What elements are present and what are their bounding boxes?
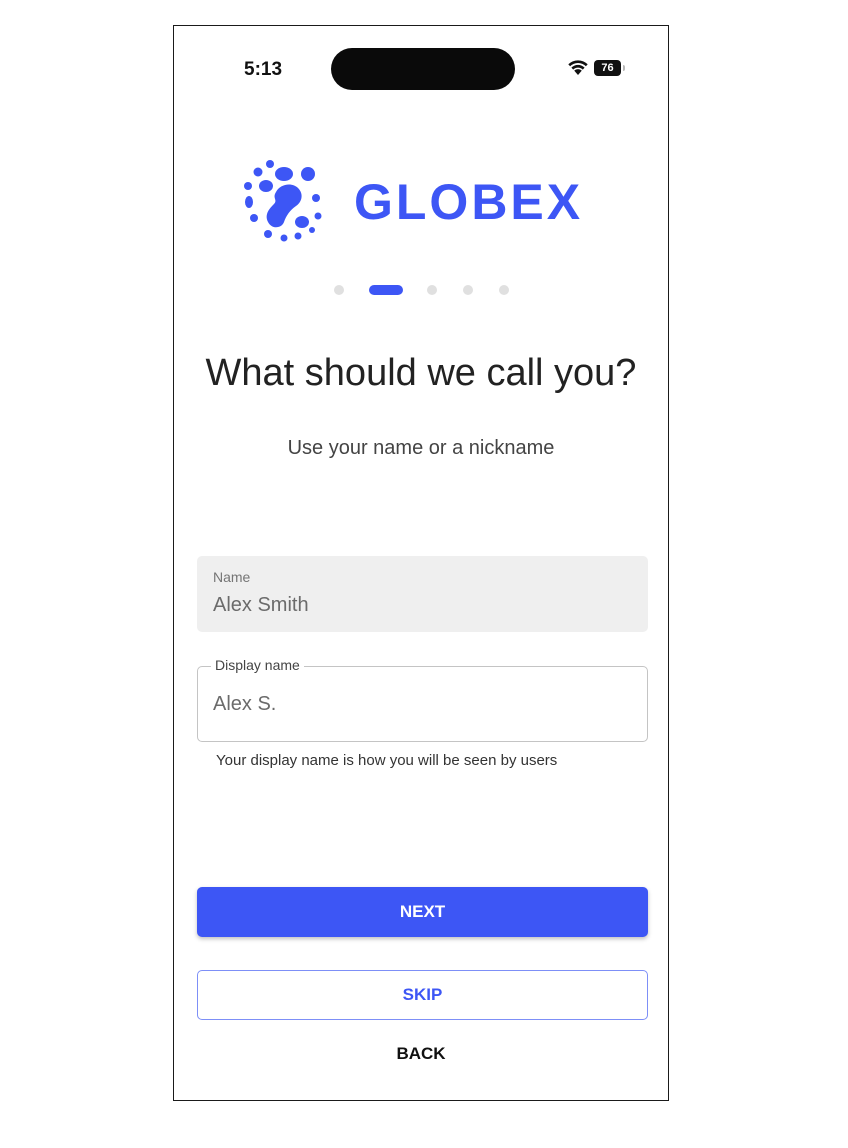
step-indicator [334,283,514,295]
page-title: What should we call you? [205,352,637,394]
step-dot [499,285,509,295]
display-name-field-label: Display name [211,657,304,673]
back-button[interactable]: BACK [174,1044,668,1064]
name-field[interactable]: Name Alex Smith [197,556,648,632]
name-field-label: Name [213,569,251,585]
step-dot [463,285,473,295]
display-name-field-value[interactable]: Alex S. [213,693,276,716]
step-dot [334,285,344,295]
name-field-value[interactable]: Alex Smith [213,594,309,617]
display-name-field[interactable]: Display name Alex S. [197,657,648,742]
status-time: 5:13 [244,59,283,80]
battery-level: 76 [601,62,614,74]
page-subtitle: Use your name or a nickname [287,437,555,459]
next-button[interactable]: NEXT [197,887,648,937]
globe-dots-icon [244,160,322,242]
step-dot-active [369,285,403,295]
phone-screen: 5:13 76 GLOBEX What should we call you? … [173,25,669,1101]
wifi-icon [568,60,588,75]
battery-tip [623,65,625,71]
step-dot [427,285,437,295]
brand-wordmark: GLOBEX [354,174,584,230]
skip-button[interactable]: SKIP [197,970,648,1020]
dynamic-island [331,48,515,90]
display-name-helper-text: Your display name is how you will be see… [216,752,558,769]
battery-icon: 76 [594,60,621,76]
